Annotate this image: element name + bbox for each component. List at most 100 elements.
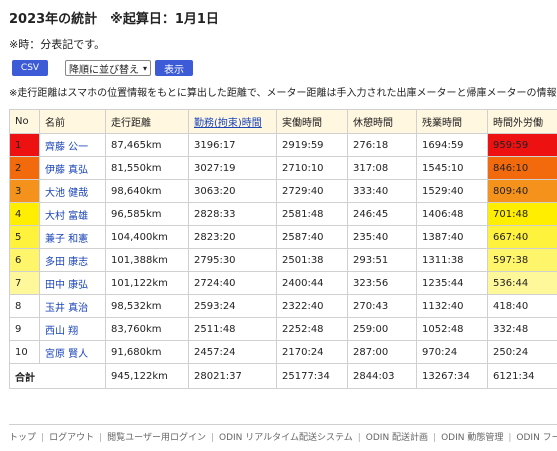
row-no-cell: 9 <box>9 317 40 341</box>
row-no-cell: 3 <box>9 179 40 203</box>
driver-name-link[interactable]: 宮原 賢人 <box>45 349 88 360</box>
row-overtime-cell: 1694:59 <box>416 133 488 157</box>
row-extra-hours-cell: 701:48 <box>487 202 557 226</box>
row-work-time-cell: 2457:24 <box>188 340 277 364</box>
table-row: 9 西山 翔 83,760km 2511:48 2252:48 259:00 1052:48… <box>9 317 557 341</box>
table-header-row: No 名前 走行距離 勤務(拘束)時間 実働時間 休憩時間 残業時間 時間外労働 <box>9 109 557 134</box>
row-name-cell: 大村 富雄 <box>39 202 106 226</box>
header-distance: 走行距離 <box>105 109 189 134</box>
table-row: 5 兼子 和憲 104,400km 2823:20 2587:40 235:40 1387:… <box>9 225 557 249</box>
row-name-cell: 西山 翔 <box>39 317 106 341</box>
row-overtime-cell: 1052:48 <box>416 317 488 341</box>
row-distance-cell: 87,465km <box>105 133 189 157</box>
footer-link[interactable]: トップ <box>9 433 41 443</box>
row-name-cell: 宮原 賢人 <box>39 340 106 364</box>
row-overtime-cell: 1132:40 <box>416 294 488 318</box>
row-distance-cell: 98,532km <box>105 294 189 318</box>
driver-name-link[interactable]: 伊藤 真弘 <box>45 165 88 176</box>
table-row: 3 大池 健哉 98,640km 3063:20 2729:40 333:40 1529:4… <box>9 179 557 203</box>
row-work-time-cell: 3027:19 <box>188 156 277 180</box>
row-name-cell: 兼子 和憲 <box>39 225 106 249</box>
total-label: 合計 <box>9 363 106 389</box>
row-distance-cell: 91,680km <box>105 340 189 364</box>
row-work-time-cell: 2823:20 <box>188 225 277 249</box>
table-row: 2 伊藤 真弘 81,550km 3027:19 2710:10 317:08 1545:1… <box>9 156 557 180</box>
row-overtime-cell: 1311:38 <box>416 248 488 272</box>
time-format-note: ※時：分表記です。 <box>9 38 106 51</box>
show-button[interactable]: 表示 <box>155 60 193 76</box>
table-row: 4 大村 富雄 96,585km 2828:33 2581:48 246:45 1406:4… <box>9 202 557 226</box>
row-actual-time-cell: 2400:44 <box>276 271 348 295</box>
driver-name-link[interactable]: 西山 翔 <box>45 326 78 337</box>
header-actual-time: 実働時間 <box>276 109 348 134</box>
row-actual-time-cell: 2252:48 <box>276 317 348 341</box>
driver-name-link[interactable]: 齊藤 公一 <box>45 142 88 153</box>
row-no-cell: 8 <box>9 294 40 318</box>
total-row: 合計 945,122km 28021:37 25177:34 2844:03 1… <box>9 363 557 389</box>
row-name-cell: 伊藤 真弘 <box>39 156 106 180</box>
row-actual-time-cell: 2322:40 <box>276 294 348 318</box>
csv-button[interactable]: CSV <box>12 60 48 76</box>
row-no-cell: 10 <box>9 340 40 364</box>
row-name-cell: 玉井 真治 <box>39 294 106 318</box>
driver-name-link[interactable]: 大池 健哉 <box>45 188 88 199</box>
footer-link[interactable]: ODIN リアルタイム配送システム <box>214 433 358 443</box>
sort-order-select[interactable]: 降順に並び替え ▾ <box>65 60 151 76</box>
row-no-cell: 2 <box>9 156 40 180</box>
header-no: No <box>9 109 40 134</box>
row-extra-hours-cell: 332:48 <box>487 317 557 341</box>
header-name: 名前 <box>39 109 106 134</box>
row-rest-time-cell: 259:00 <box>347 317 417 341</box>
row-no-cell: 7 <box>9 271 40 295</box>
row-actual-time-cell: 2170:24 <box>276 340 348 364</box>
driver-name-link[interactable]: 兼子 和憲 <box>45 234 88 245</box>
row-name-cell: 齊藤 公一 <box>39 133 106 157</box>
row-rest-time-cell: 270:43 <box>347 294 417 318</box>
row-overtime-cell: 1406:48 <box>416 202 488 226</box>
driver-name-link[interactable]: 多田 康志 <box>45 257 88 268</box>
row-name-cell: 大池 健哉 <box>39 179 106 203</box>
header-work-time: 勤務(拘束)時間 <box>188 109 277 134</box>
row-actual-time-cell: 2729:40 <box>276 179 348 203</box>
row-overtime-cell: 1235:44 <box>416 271 488 295</box>
driver-name-link[interactable]: 玉井 真治 <box>45 303 88 314</box>
row-distance-cell: 104,400km <box>105 225 189 249</box>
row-rest-time-cell: 323:56 <box>347 271 417 295</box>
row-extra-hours-cell: 536:44 <box>487 271 557 295</box>
row-name-cell: 田中 康弘 <box>39 271 106 295</box>
row-no-cell: 4 <box>9 202 40 226</box>
statistics-table: No 名前 走行距離 勤務(拘束)時間 実働時間 休憩時間 残業時間 時間外労働… <box>9 109 557 389</box>
total-overtime: 13267:34 <box>416 363 488 389</box>
chevron-down-icon: ▾ <box>142 63 147 73</box>
driver-name-link[interactable]: 大村 富雄 <box>45 211 88 222</box>
row-extra-hours-cell: 418:40 <box>487 294 557 318</box>
footer-link[interactable]: ODIN 動態管理 <box>436 433 508 443</box>
row-work-time-cell: 2795:30 <box>188 248 277 272</box>
row-extra-hours-cell: 809:40 <box>487 179 557 203</box>
row-no-cell: 6 <box>9 248 40 272</box>
row-distance-cell: 101,122km <box>105 271 189 295</box>
row-actual-time-cell: 2581:48 <box>276 202 348 226</box>
table-row: 1 齊藤 公一 87,465km 3196:17 2919:59 276:18 1694:5… <box>9 133 557 157</box>
footer-link[interactable]: ログアウト <box>44 433 99 443</box>
page-title: 2023年の統計 ※起算日：1月1日 <box>9 12 219 27</box>
footer-link[interactable]: 閲覧ユーザー用ログイン <box>102 433 211 443</box>
row-actual-time-cell: 2587:40 <box>276 225 348 249</box>
row-extra-hours-cell: 250:24 <box>487 340 557 364</box>
row-distance-cell: 81,550km <box>105 156 189 180</box>
row-overtime-cell: 970:24 <box>416 340 488 364</box>
total-distance: 945,122km <box>105 363 189 389</box>
row-work-time-cell: 3196:17 <box>188 133 277 157</box>
footer-link[interactable]: ODIN 配送計画 <box>361 433 433 443</box>
row-rest-time-cell: 287:00 <box>347 340 417 364</box>
driver-name-link[interactable]: 田中 康弘 <box>45 280 88 291</box>
table-row: 7 田中 康弘 101,122km 2724:40 2400:44 323:56 1235:… <box>9 271 557 295</box>
row-overtime-cell: 1529:40 <box>416 179 488 203</box>
row-rest-time-cell: 235:40 <box>347 225 417 249</box>
row-extra-hours-cell: 959:59 <box>487 133 557 157</box>
sort-by-work-time-link[interactable]: 勤務(拘束)時間 <box>194 118 262 129</box>
header-extra-hours: 時間外労働 <box>487 109 557 134</box>
footer-link[interactable]: ODIN フードデリバ <box>511 433 557 443</box>
row-work-time-cell: 2828:33 <box>188 202 277 226</box>
row-actual-time-cell: 2501:38 <box>276 248 348 272</box>
